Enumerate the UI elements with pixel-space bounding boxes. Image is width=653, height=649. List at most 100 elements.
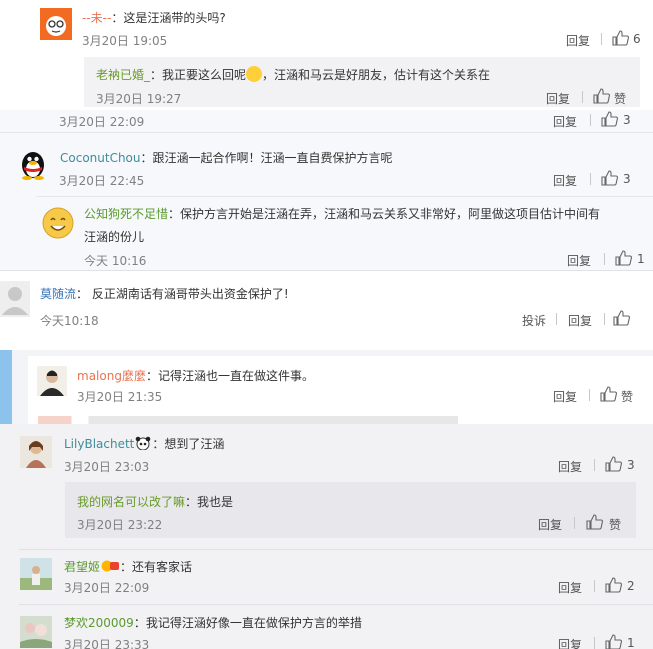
like-button[interactable]: [586, 514, 603, 533]
reply-button[interactable]: 回复: [538, 516, 562, 533]
thumbs-up-icon: [605, 577, 622, 593]
reply-button[interactable]: 回复: [566, 32, 590, 49]
like-button[interactable]: [615, 250, 632, 269]
avatar[interactable]: [20, 436, 52, 468]
like-button[interactable]: [613, 310, 630, 329]
cut-off-comment: [28, 410, 653, 424]
thumbs-up-icon: [601, 170, 618, 186]
comment-text: ：跟汪涵一起合作啊！汪涵一直自费保护方言呢: [140, 151, 393, 165]
comment-time: 3月20日 22:09: [64, 581, 150, 595]
commenter-name[interactable]: 老衲已婚_: [96, 68, 150, 82]
divider: [19, 604, 653, 605]
commenter-name[interactable]: 君望姬: [64, 560, 100, 574]
commenter-name[interactable]: 莫随流: [40, 287, 76, 301]
comment-strip-3: 莫随流： 反正湖南话有涵哥带头出资金保护了! 今天10:18 投诉 回复: [0, 270, 653, 341]
comment-text: ：想到了汪涵: [152, 437, 225, 451]
thumbs-up-icon: [593, 88, 610, 104]
reply-button[interactable]: 回复: [558, 579, 582, 596]
vip-badge-icon: [101, 559, 120, 573]
divider: [601, 33, 602, 45]
divider: [36, 196, 653, 197]
avatar[interactable]: [40, 8, 72, 40]
comment-strip-1: --未--：这是汪涵带的头吗? 3月20日 19:05 回复 6 老衲已婚_：我…: [0, 0, 653, 110]
like-button[interactable]: [593, 88, 610, 107]
divider: [594, 459, 595, 471]
avatar[interactable]: [17, 148, 49, 180]
avatar[interactable]: [37, 366, 67, 396]
like-count: 3: [623, 172, 631, 186]
thumbs-up-icon: [601, 111, 618, 127]
person-photo-icon: [20, 558, 52, 590]
emoji-icon: [246, 66, 263, 82]
comment-text: ：还有客家话: [120, 560, 193, 574]
divider: [604, 313, 605, 325]
comment-time: 3月20日 23:03: [64, 460, 150, 474]
comment-text: ：这是汪涵带的头吗?: [111, 11, 226, 25]
thumbs-up-icon: [605, 634, 622, 649]
like-label[interactable]: 赞: [614, 90, 626, 107]
like-label[interactable]: 赞: [621, 388, 633, 405]
like-count: 1: [627, 636, 635, 649]
divider: [582, 91, 583, 103]
commenter-name[interactable]: LilyBlachett: [64, 437, 134, 451]
like-button[interactable]: [612, 30, 629, 49]
default-user-icon: [0, 281, 30, 317]
reply-button[interactable]: 回复: [568, 312, 592, 329]
divider: [19, 549, 653, 550]
like-count: 6: [633, 32, 641, 46]
person-photo-icon: [20, 436, 52, 468]
reply-button[interactable]: 回复: [553, 113, 577, 130]
like-button[interactable]: [605, 577, 622, 596]
avatar[interactable]: [42, 207, 74, 239]
reply-button[interactable]: 回复: [553, 172, 577, 189]
divider: [556, 313, 557, 325]
divider: [594, 580, 595, 592]
comment-time: 今天10:18: [40, 314, 99, 328]
like-count: 2: [627, 579, 635, 593]
report-button[interactable]: 投诉: [522, 312, 546, 329]
divider: [590, 114, 591, 126]
commenter-name[interactable]: malong麼麼: [77, 369, 146, 383]
reply-button[interactable]: 回复: [558, 636, 582, 649]
avatar[interactable]: [0, 281, 30, 317]
like-button[interactable]: [601, 111, 618, 130]
like-button[interactable]: [601, 170, 618, 189]
comment-strip-4: malong麼麼：记得汪涵也一直在做这件事。 3月20日 21:35 回复 赞: [0, 350, 653, 424]
commenter-name[interactable]: 梦欢200009: [64, 616, 134, 630]
like-button[interactable]: [600, 386, 617, 405]
reply-button[interactable]: 回复: [558, 458, 582, 475]
comment-text: ：我也是: [185, 495, 234, 509]
like-count: 1: [637, 252, 645, 266]
like-label[interactable]: 赞: [609, 516, 621, 533]
comment-strip-5: LilyBlachett ：想到了汪涵 3月20日 23:03 回复 3 我的网名…: [0, 424, 653, 649]
commenter-name[interactable]: 我的网名可以改了嘛: [77, 495, 185, 509]
commenter-name[interactable]: --未--: [82, 11, 111, 25]
avatar[interactable]: [20, 558, 52, 590]
commenter-name[interactable]: 公知狗死不足惜: [84, 207, 168, 221]
comment-time: 3月20日 21:35: [77, 390, 163, 404]
comment-time: 3月20日 23:22: [77, 518, 163, 532]
like-count: 3: [623, 113, 631, 127]
reply-button[interactable]: 回复: [546, 90, 570, 107]
reply-button[interactable]: 回复: [567, 252, 591, 269]
left-accent-bar: [0, 350, 12, 424]
penguin-avatar-icon: [22, 152, 44, 180]
thumbs-up-icon: [615, 250, 632, 266]
comment-time: 3月20日 22:09: [59, 115, 145, 129]
person-photo-icon: [37, 366, 67, 396]
divider: [589, 389, 590, 401]
divider: [0, 132, 653, 133]
reply-button[interactable]: 回复: [553, 388, 577, 405]
flower-photo-icon: [20, 616, 52, 648]
thumbs-up-icon: [586, 514, 603, 530]
like-button[interactable]: [605, 456, 622, 475]
thumbs-up-icon: [605, 456, 622, 472]
divider: [594, 637, 595, 649]
thumbs-up-icon: [613, 310, 630, 326]
avatar[interactable]: [20, 616, 52, 648]
comment-time: 3月20日 19:05: [82, 34, 168, 48]
comment-strip-2: 3月20日 22:09 回复 3 CoconutChou：跟汪涵一起合作啊！汪涵…: [0, 110, 653, 270]
like-button[interactable]: [605, 634, 622, 649]
comment-text: ：记得汪涵也一直在做这件事。: [145, 369, 314, 383]
commenter-name[interactable]: CoconutChou: [60, 151, 141, 165]
